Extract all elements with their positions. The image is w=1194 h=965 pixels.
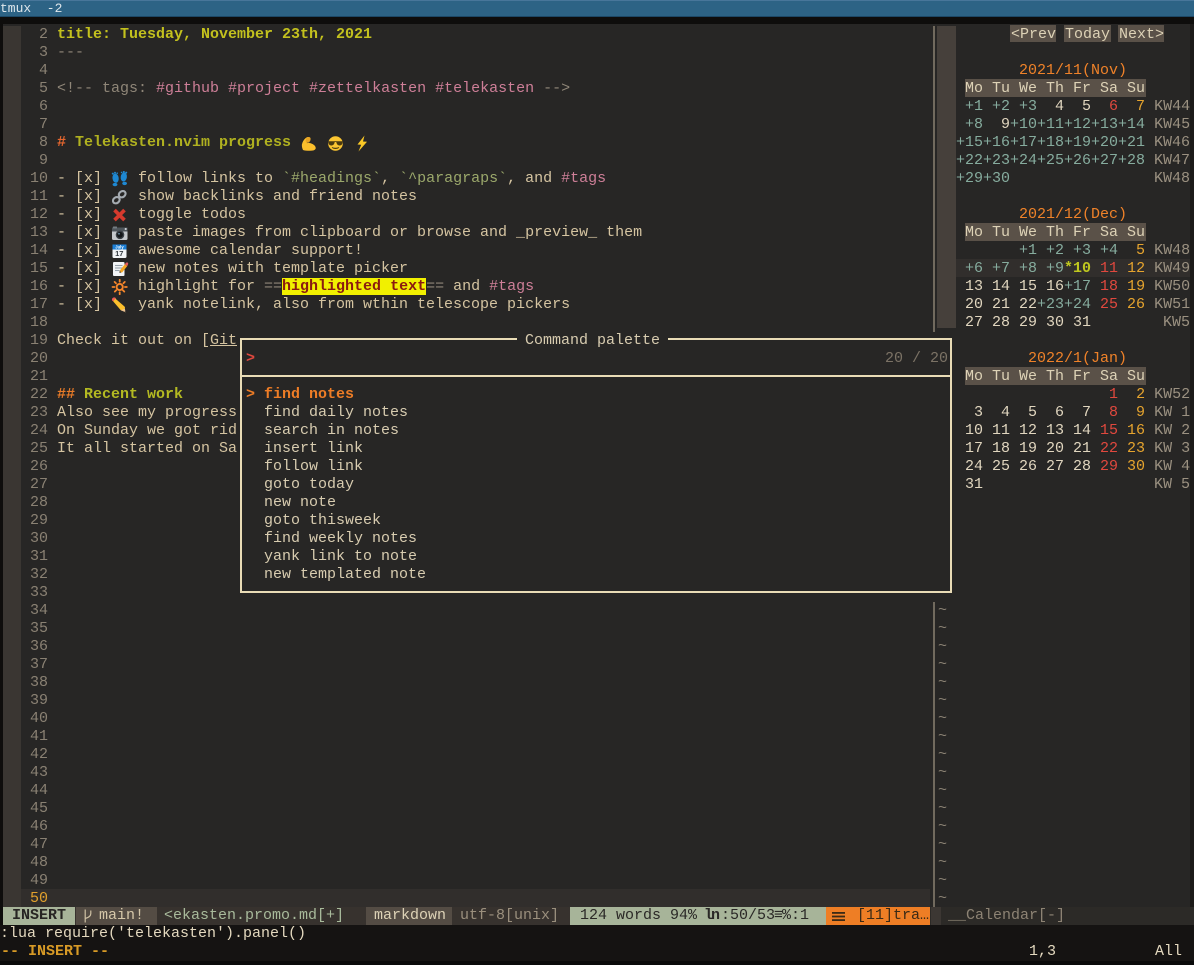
svg-text:17: 17: [115, 249, 123, 258]
